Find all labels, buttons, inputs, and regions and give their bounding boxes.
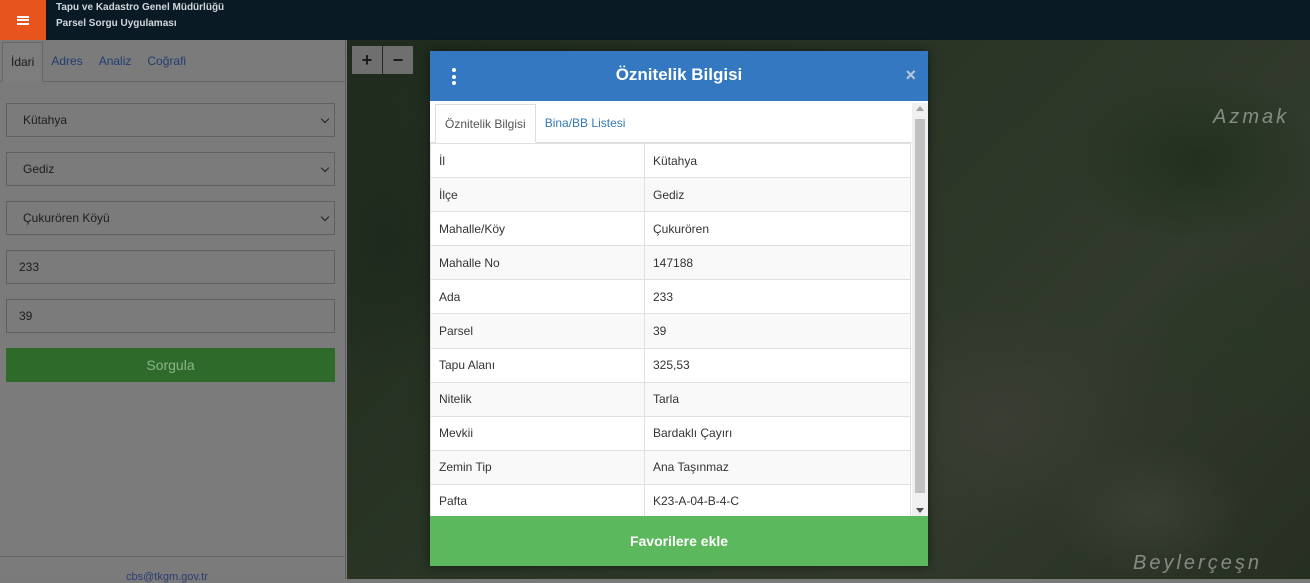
attribute-value: 325,53 <box>644 347 911 383</box>
attribute-key: Zemin Tip <box>430 449 645 485</box>
table-row: Mevkii Bardaklı Çayırı <box>430 415 911 451</box>
table-row: İl Kütahya <box>430 143 911 179</box>
attribute-value: 39 <box>644 313 911 349</box>
query-sidebar: İdari Adres Analiz Coğrafi Kütahya Gediz… <box>0 40 346 583</box>
app-title-line2: Parsel Sorgu Uygulaması <box>56 18 177 29</box>
attribute-value: Çukurören <box>644 211 911 247</box>
attribute-table: İl Kütahya İlçe Gediz Mahalle/Köy Çukurören Ma… <box>430 143 911 516</box>
tab-adres[interactable]: Adres <box>43 41 90 81</box>
table-row: Mahalle No 147188 <box>430 245 911 281</box>
scroll-up-arrow[interactable] <box>916 106 924 111</box>
attribute-value: 147188 <box>644 245 911 281</box>
table-row: Ada 233 <box>430 279 911 315</box>
map-place-label: Beylerçeşn <box>1133 552 1262 574</box>
table-row: Nitelik Tarla <box>430 381 911 417</box>
add-to-favorites-button[interactable]: Favorilere ekle <box>430 516 928 566</box>
attribute-key: Pafta <box>430 483 645 516</box>
app-title: Tapu ve Kadastro Genel Müdürlüğü Parsel … <box>56 0 224 32</box>
table-row: Tapu Alanı 325,53 <box>430 347 911 383</box>
ilce-select-value: Gediz <box>23 162 55 176</box>
sidebar-tabs: İdari Adres Analiz Coğrafi <box>0 40 345 82</box>
attribute-value: K23-A-04-B-4-C <box>644 483 911 516</box>
attribute-key: İl <box>430 143 645 179</box>
footer-divider <box>0 556 345 557</box>
table-row: Zemin Tip Ana Taşınmaz <box>430 449 911 485</box>
chevron-down-icon <box>320 163 330 173</box>
hamburger-icon <box>17 15 29 25</box>
attribute-key: Tapu Alanı <box>430 347 645 383</box>
table-row: Pafta K23-A-04-B-4-C <box>430 483 911 516</box>
hamburger-menu-button[interactable] <box>0 0 46 40</box>
attribute-value: Gediz <box>644 177 911 213</box>
table-row: Mahalle/Köy Çukurören <box>430 211 911 247</box>
il-select[interactable]: Kütahya <box>6 103 335 137</box>
modal-title: Öznitelik Bilgisi <box>615 65 743 84</box>
attribute-key: Mevkii <box>430 415 645 451</box>
attribute-value: Ana Taşınmaz <box>644 449 911 485</box>
attribute-info-modal: Öznitelik Bilgisi × Öznitelik Bilgisi Bi… <box>430 51 928 566</box>
tab-analiz[interactable]: Analiz <box>91 41 140 81</box>
mahalle-select[interactable]: Çukurören Köyü <box>6 201 335 235</box>
table-row: İlçe Gediz <box>430 177 911 213</box>
scroll-thumb[interactable] <box>915 119 925 493</box>
scrollbar[interactable] <box>912 103 928 516</box>
tab-oznitelik-bilgisi[interactable]: Öznitelik Bilgisi <box>435 104 536 143</box>
il-select-value: Kütahya <box>23 113 68 127</box>
ilce-select[interactable]: Gediz <box>6 152 335 186</box>
chevron-down-icon <box>320 212 330 222</box>
attribute-value: 233 <box>644 279 911 315</box>
zoom-out-button[interactable]: − <box>383 46 413 74</box>
attribute-key: İlçe <box>430 177 645 213</box>
attribute-value: Tarla <box>644 381 911 417</box>
modal-header: Öznitelik Bilgisi × <box>430 51 928 101</box>
attribute-key: Nitelik <box>430 381 645 417</box>
tab-idari[interactable]: İdari <box>2 42 44 82</box>
app-header: Tapu ve Kadastro Genel Müdürlüğü Parsel … <box>0 0 1310 40</box>
attribute-key: Ada <box>430 279 645 315</box>
attribute-key: Parsel <box>430 313 645 349</box>
attribute-value: Bardaklı Çayırı <box>644 415 911 451</box>
mahalle-select-value: Çukurören Köyü <box>23 211 110 225</box>
table-row: Parsel 39 <box>430 313 911 349</box>
app-title-line1: Tapu ve Kadastro Genel Müdürlüğü <box>56 2 225 13</box>
tab-bina-bb-listesi[interactable]: Bina/BB Listesi <box>536 103 635 142</box>
chevron-down-icon <box>320 114 330 124</box>
attribute-value: Kütahya <box>644 143 911 179</box>
zoom-in-button[interactable]: + <box>352 46 382 74</box>
sorgula-button[interactable]: Sorgula <box>6 348 335 382</box>
scroll-down-arrow[interactable] <box>916 508 924 513</box>
modal-tabs: Öznitelik Bilgisi Bina/BB Listesi <box>430 103 912 143</box>
ada-input[interactable]: 233 <box>6 250 335 284</box>
footer-email-link[interactable]: cbs@tkgm.gov.tr <box>126 571 208 583</box>
tab-cografi[interactable]: Coğrafi <box>139 41 194 81</box>
map-place-label: Azmak <box>1213 106 1290 128</box>
attribute-key: Mahalle No <box>430 245 645 281</box>
parsel-input[interactable]: 39 <box>6 299 335 333</box>
attribute-key: Mahalle/Köy <box>430 211 645 247</box>
close-icon[interactable]: × <box>905 65 916 86</box>
